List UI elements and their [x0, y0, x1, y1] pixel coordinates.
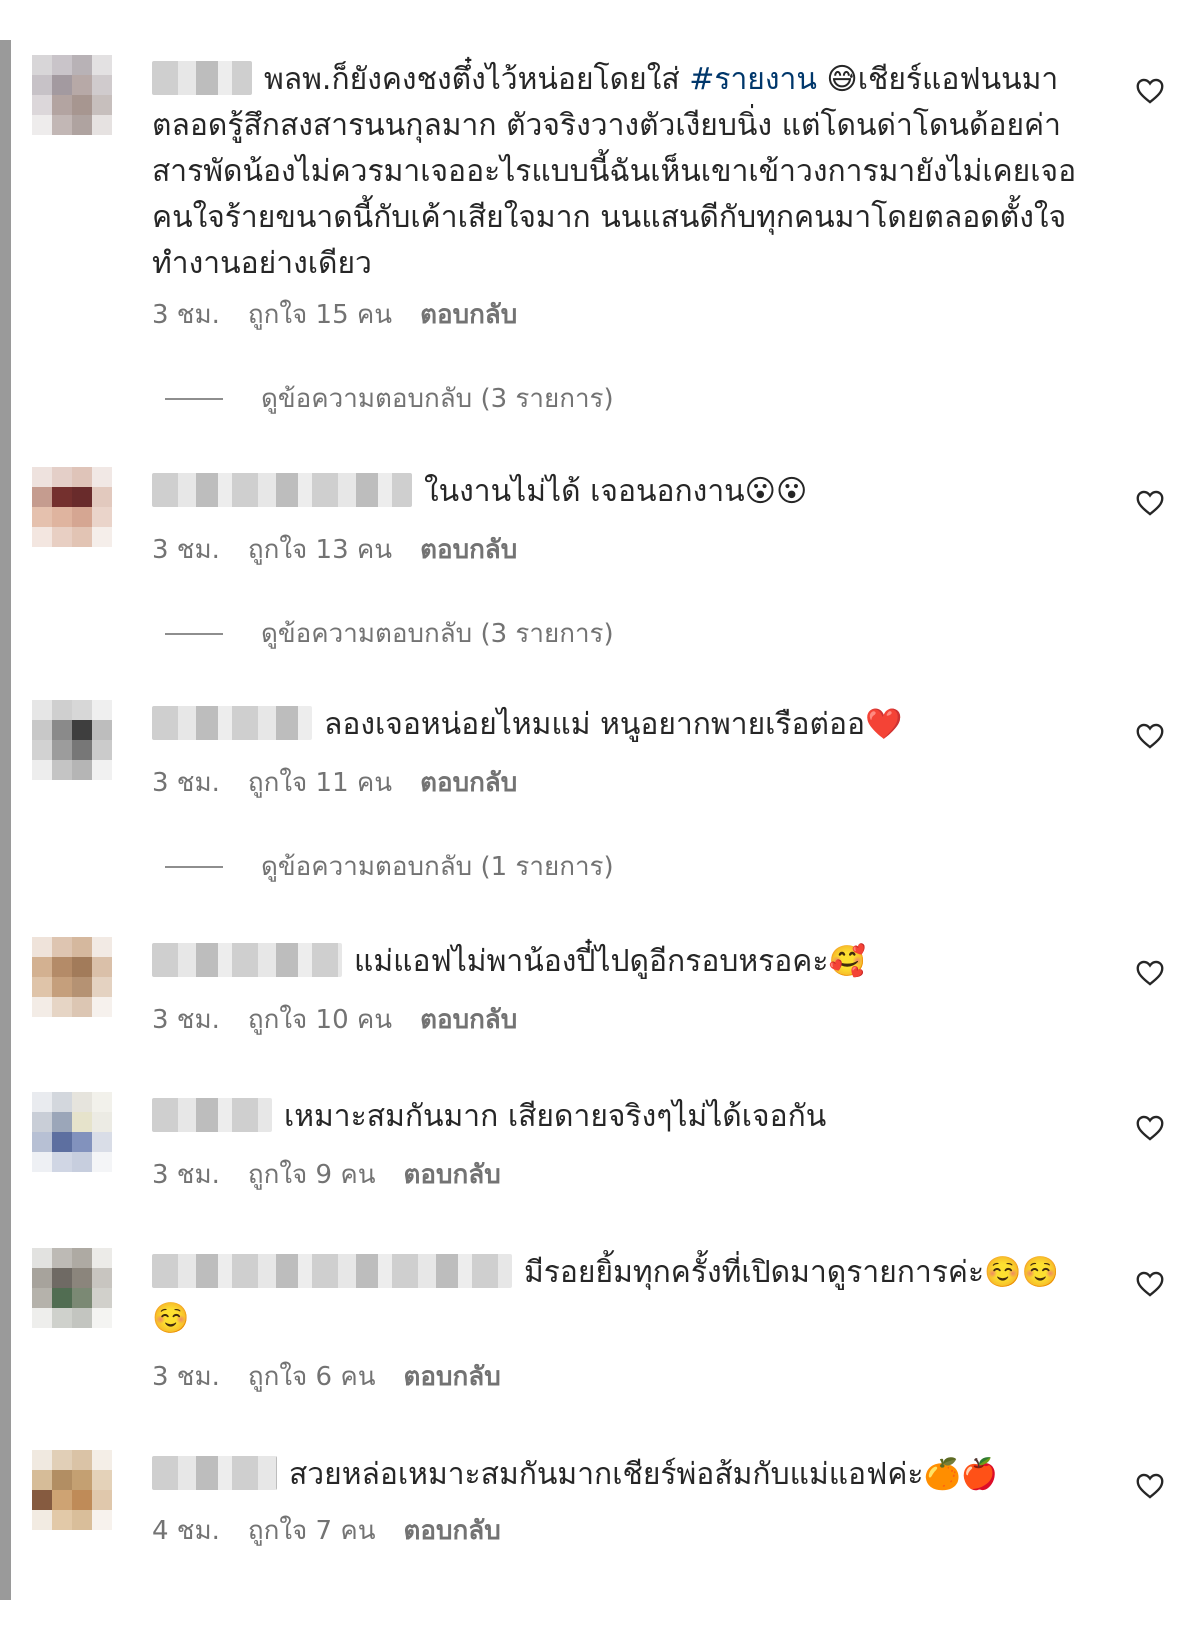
like-count[interactable]: ถูกใจ 15 คน — [248, 300, 392, 330]
comment-text: เหมาะสมกันมาก เสียดายจริงๆไม่ได้เจอกัน — [284, 1099, 827, 1134]
reply-button[interactable]: ตอบกลับ — [420, 300, 517, 330]
heart-outline-icon — [1136, 723, 1164, 749]
avatar[interactable] — [32, 467, 112, 547]
view-replies-label: ดูข้อความตอบกลับ (1 รายการ) — [261, 852, 614, 882]
avatar[interactable] — [32, 1248, 112, 1328]
comment-body: มีรอยยิ้มทุกครั้งที่เปิดมาดูรายการค่ะ☺️☺… — [152, 1250, 1082, 1342]
heart-outline-icon — [1136, 1271, 1164, 1297]
view-replies-button[interactable]: ดูข้อความตอบกลับ (3 รายการ) — [165, 382, 614, 416]
reply-button[interactable]: ตอบกลับ — [420, 768, 517, 798]
timestamp: 3 ชม. — [152, 300, 220, 330]
reply-button[interactable]: ตอบกลับ — [404, 1160, 501, 1190]
hashtag-link[interactable]: #รายงาน — [689, 62, 817, 97]
comment-text: ในงานไม่ได้ เจอนอกงาน😮😮 — [424, 474, 808, 509]
comment-text: สวยหล่อเหมาะสมกันมากเชียร์พ่อส้มกับแม่แอ… — [289, 1457, 999, 1492]
view-replies-button[interactable]: ดูข้อความตอบกลับ (3 รายการ) — [165, 617, 614, 651]
timestamp: 3 ชม. — [152, 535, 220, 565]
view-replies-label: ดูข้อความตอบกลับ (3 รายการ) — [261, 619, 614, 649]
avatar[interactable] — [32, 1450, 112, 1530]
comment-meta: 3 ชม. ถูกใจ 15 คน ตอบกลับ — [152, 298, 545, 332]
heart-outline-icon — [1136, 490, 1164, 516]
username-blurred[interactable] — [152, 1254, 512, 1288]
comment-body: เหมาะสมกันมาก เสียดายจริงๆไม่ได้เจอกัน — [152, 1094, 1082, 1140]
comment-body: พลพ.ก็ยังคงชงตึ๋งไว้หน่อยโดยใส่ #รายงาน … — [152, 57, 1082, 287]
view-replies-label: ดูข้อความตอบกลับ (3 รายการ) — [261, 384, 614, 414]
comment-meta: 4 ชม. ถูกใจ 7 คน ตอบกลับ — [152, 1514, 529, 1548]
like-button[interactable] — [1133, 957, 1167, 989]
comment-meta: 3 ชม. ถูกใจ 10 คน ตอบกลับ — [152, 1003, 545, 1037]
like-count[interactable]: ถูกใจ 11 คน — [248, 768, 392, 798]
heart-outline-icon — [1136, 960, 1164, 986]
like-button[interactable] — [1133, 1268, 1167, 1300]
avatar[interactable] — [32, 700, 112, 780]
comment-body: ในงานไม่ได้ เจอนอกงาน😮😮 — [152, 469, 1082, 515]
comment-meta: 3 ชม. ถูกใจ 6 คน ตอบกลับ — [152, 1360, 529, 1394]
replies-dash — [165, 866, 223, 868]
heart-outline-icon — [1136, 78, 1164, 104]
comment-text: แม่แอฟไม่พาน้องปี๋ไปดูอีกรอบหรอคะ🥰 — [354, 944, 866, 979]
comment-text: ลองเจอหน่อยไหมแม่ หนูอยากพายเรือต่ออ❤️ — [324, 707, 903, 742]
timestamp: 3 ชม. — [152, 1005, 220, 1035]
reply-button[interactable]: ตอบกลับ — [404, 1516, 501, 1546]
username-blurred[interactable] — [152, 1098, 272, 1132]
comment-list: พลพ.ก็ยังคงชงตึ๋งไว้หน่อยโดยใส่ #รายงาน … — [0, 0, 1200, 1632]
like-count[interactable]: ถูกใจ 10 คน — [248, 1005, 392, 1035]
like-count[interactable]: ถูกใจ 9 คน — [248, 1160, 376, 1190]
username-blurred[interactable] — [152, 1456, 277, 1490]
comment-meta: 3 ชม. ถูกใจ 9 คน ตอบกลับ — [152, 1158, 529, 1192]
comment-body: ลองเจอหน่อยไหมแม่ หนูอยากพายเรือต่ออ❤️ — [152, 702, 1082, 748]
like-count[interactable]: ถูกใจ 7 คน — [248, 1516, 376, 1546]
like-button[interactable] — [1133, 1470, 1167, 1502]
reply-button[interactable]: ตอบกลับ — [420, 535, 517, 565]
like-count[interactable]: ถูกใจ 6 คน — [248, 1362, 376, 1392]
timestamp: 3 ชม. — [152, 1160, 220, 1190]
view-replies-button[interactable]: ดูข้อความตอบกลับ (1 รายการ) — [165, 850, 614, 884]
like-count[interactable]: ถูกใจ 13 คน — [248, 535, 392, 565]
username-blurred[interactable] — [152, 473, 412, 507]
comment-meta: 3 ชม. ถูกใจ 11 คน ตอบกลับ — [152, 766, 545, 800]
avatar[interactable] — [32, 55, 112, 135]
username-blurred[interactable] — [152, 943, 342, 977]
like-button[interactable] — [1133, 720, 1167, 752]
heart-outline-icon — [1136, 1115, 1164, 1141]
reply-button[interactable]: ตอบกลับ — [420, 1005, 517, 1035]
reply-button[interactable]: ตอบกลับ — [404, 1362, 501, 1392]
timestamp: 3 ชม. — [152, 1362, 220, 1392]
heart-outline-icon — [1136, 1473, 1164, 1499]
username-blurred[interactable] — [152, 706, 312, 740]
comment-body: แม่แอฟไม่พาน้องปี๋ไปดูอีกรอบหรอคะ🥰 — [152, 939, 1082, 985]
timestamp: 3 ชม. — [152, 768, 220, 798]
like-button[interactable] — [1133, 487, 1167, 519]
like-button[interactable] — [1133, 1112, 1167, 1144]
replies-dash — [165, 398, 223, 400]
replies-dash — [165, 633, 223, 635]
comment-text: พลพ.ก็ยังคงชงตึ๋งไว้หน่อยโดยใส่ — [264, 62, 690, 97]
avatar[interactable] — [32, 937, 112, 1017]
comment-body: สวยหล่อเหมาะสมกันมากเชียร์พ่อส้มกับแม่แอ… — [152, 1452, 1082, 1498]
avatar[interactable] — [32, 1092, 112, 1172]
timestamp: 4 ชม. — [152, 1516, 220, 1546]
username-blurred[interactable] — [152, 61, 252, 95]
like-button[interactable] — [1133, 75, 1167, 107]
comment-meta: 3 ชม. ถูกใจ 13 คน ตอบกลับ — [152, 533, 545, 567]
